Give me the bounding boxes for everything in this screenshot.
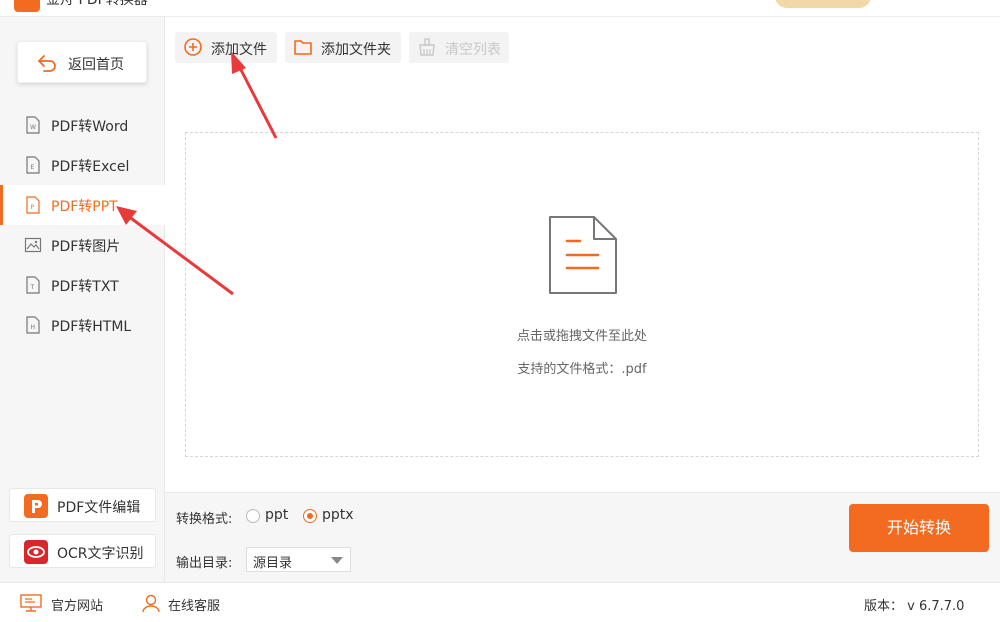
sidebar-item-label: PDF转图片 [51, 239, 121, 255]
status-bar: 官方网站 在线客服 版本： v 6.7.7.0 [0, 582, 1000, 622]
format-radio-label[interactable]: ppt [265, 507, 288, 523]
svg-text:T: T [30, 284, 35, 291]
add-file-label: 添加文件 [211, 42, 267, 58]
title-bar: 金舟 PDF转换器 — [0, 0, 1000, 17]
format-radio-pptx[interactable] [303, 509, 317, 523]
sidebar-item-label: PDF转TXT [51, 279, 119, 295]
sidebar-item-pdf-to-txt[interactable]: T PDF转TXT [0, 265, 165, 305]
format-radio-label[interactable]: pptx [322, 507, 354, 523]
official-website-link[interactable]: 官方网站 [51, 595, 103, 614]
home-button[interactable]: 返回首页 [17, 41, 147, 83]
app-logo-icon [14, 0, 40, 12]
start-convert-button[interactable]: 开始转换 [849, 504, 989, 552]
output-dir-value: 源目录 [253, 556, 293, 571]
options-panel: 转换格式: ppt pptx 输出目录: 源目录 开始转换 [165, 492, 1000, 582]
add-circle-icon [184, 38, 202, 56]
sidebar-item-pdf-to-ppt[interactable]: P PDF转PPT [0, 185, 165, 225]
add-folder-button[interactable]: 添加文件夹 [285, 32, 401, 63]
document-icon [549, 216, 617, 294]
image-icon [24, 237, 42, 253]
broom-icon [419, 38, 435, 56]
clear-list-label: 清空列表 [445, 42, 501, 58]
file-drop-zone[interactable]: 点击或拖拽文件至此处 支持的文件格式：.pdf [185, 132, 979, 457]
monitor-icon [20, 594, 42, 612]
clear-list-button[interactable]: 清空列表 [409, 32, 509, 63]
return-arrow-icon [38, 55, 56, 72]
ocr-eye-icon [24, 540, 48, 564]
output-dir-label: 输出目录: [176, 556, 233, 571]
word-file-icon: W [26, 116, 40, 134]
app-title: 金舟 PDF转换器 [46, 0, 148, 8]
txt-file-icon: T [26, 276, 40, 294]
folder-icon [294, 40, 312, 55]
supported-formats: 支持的文件格式：.pdf [517, 362, 647, 377]
online-support-link[interactable]: 在线客服 [168, 595, 220, 614]
home-button-label: 返回首页 [68, 57, 124, 73]
sidebar-item-label: PDF转Word [51, 119, 129, 135]
svg-text:E: E [31, 164, 35, 171]
html-file-icon: H [26, 316, 40, 334]
ocr-label: OCR文字识别 [57, 546, 144, 562]
format-radio-ppt[interactable] [246, 509, 260, 523]
format-label: 转换格式: [176, 512, 233, 527]
svg-text:P: P [31, 204, 35, 211]
pdf-edit-icon [24, 494, 48, 518]
add-file-button[interactable]: 添加文件 [175, 32, 277, 63]
pdf-edit-button[interactable]: PDF文件编辑 [9, 488, 156, 522]
sidebar-item-label: PDF转PPT [51, 199, 118, 215]
sidebar-item-pdf-to-html[interactable]: H PDF转HTML [0, 305, 165, 345]
customer-service-icon [142, 594, 160, 613]
svg-text:H: H [31, 324, 36, 331]
sidebar-item-label: PDF转Excel [51, 159, 130, 175]
sidebar-item-pdf-to-image[interactable]: PDF转图片 [0, 225, 165, 265]
ppt-file-icon: P [26, 196, 40, 214]
chevron-down-icon [331, 557, 343, 564]
pdf-edit-label: PDF文件编辑 [57, 500, 141, 516]
version-label: 版本： v 6.7.7.0 [864, 599, 965, 614]
sidebar-item-pdf-to-excel[interactable]: E PDF转Excel [0, 145, 165, 185]
sidebar-item-pdf-to-word[interactable]: W PDF转Word [0, 105, 165, 145]
drop-hint: 点击或拖拽文件至此处 [516, 329, 647, 344]
excel-file-icon: E [26, 156, 40, 174]
add-folder-label: 添加文件夹 [321, 42, 391, 58]
output-dir-select[interactable]: 源目录 [246, 547, 351, 572]
annotation-arrow-add-file [231, 51, 278, 139]
sidebar: 返回首页 W PDF转Word E PDF转Excel P PDF转PPT PD… [0, 17, 165, 582]
window-control-icon[interactable]: — [716, 0, 729, 6]
ocr-button[interactable]: OCR文字识别 [9, 534, 156, 568]
sidebar-item-label: PDF转HTML [51, 319, 132, 335]
svg-text:W: W [30, 124, 36, 131]
vip-button[interactable] [775, 0, 871, 8]
